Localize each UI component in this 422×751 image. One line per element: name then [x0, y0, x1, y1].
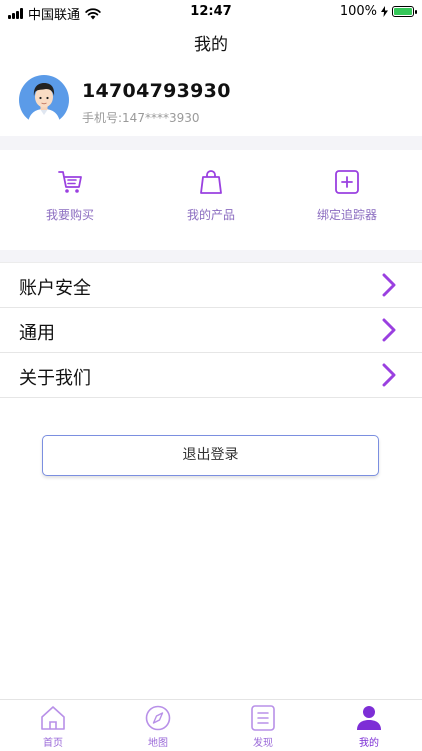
status-right: 100% — [339, 4, 417, 19]
shortcut-products-label: 我的产品 — [186, 208, 235, 222]
avatar[interactable] — [19, 75, 69, 125]
section-divider — [0, 136, 422, 150]
chevron-right-icon — [382, 273, 396, 297]
tab-home-label: 首页 — [43, 738, 63, 749]
page-title: 我的 — [194, 35, 228, 55]
tab-mine[interactable]: 我的 — [316, 705, 422, 749]
shortcut-buy-label: 我要购买 — [45, 208, 94, 222]
profile-section[interactable]: 14704793930 手机号:147****3930 — [0, 64, 422, 136]
shortcut-bind-tracker-label: 绑定追踪器 — [316, 208, 377, 222]
compass-icon — [145, 705, 171, 731]
shortcut-buy[interactable]: 我要购买 — [0, 168, 140, 223]
chevron-right-icon — [382, 318, 396, 342]
discover-icon — [251, 705, 275, 731]
home-icon — [41, 706, 65, 730]
menu-item-label: 账户安全 — [19, 278, 91, 299]
battery-icon — [392, 6, 417, 17]
section-divider — [0, 250, 422, 262]
tab-mine-label: 我的 — [359, 738, 379, 749]
bag-icon — [200, 170, 222, 194]
tab-discover[interactable]: 发现 — [210, 705, 316, 749]
tab-home[interactable]: 首页 — [0, 705, 106, 749]
settings-menu: 账户安全 通用 关于我们 — [0, 262, 422, 398]
profile-phone: 14704793930 — [82, 80, 231, 102]
status-bar: 中国联通 12:47 100% — [0, 0, 422, 24]
tab-map[interactable]: 地图 — [105, 705, 211, 749]
shortcuts-row: 我要购买 我的产品 绑定追踪器 — [0, 150, 422, 250]
logout-button[interactable]: 退出登录 — [42, 435, 379, 476]
charging-icon — [381, 6, 388, 17]
cart-icon — [58, 171, 82, 193]
plus-square-icon — [335, 170, 359, 194]
menu-item-label: 关于我们 — [19, 368, 91, 389]
menu-item-account-security[interactable]: 账户安全 — [0, 263, 422, 308]
battery-percent: 100% — [339, 4, 377, 19]
shortcut-bind-tracker[interactable]: 绑定追踪器 — [277, 168, 417, 223]
tab-bar: 首页 地图 发现 我的 — [0, 699, 422, 751]
menu-item-general[interactable]: 通用 — [0, 308, 422, 353]
tab-map-label: 地图 — [148, 738, 168, 749]
tab-discover-label: 发现 — [253, 738, 273, 749]
profile-phone-masked: 手机号:147****3930 — [82, 111, 200, 125]
chevron-right-icon — [382, 363, 396, 387]
person-icon — [357, 706, 381, 730]
shortcut-products[interactable]: 我的产品 — [141, 168, 281, 223]
menu-item-about-us[interactable]: 关于我们 — [0, 353, 422, 398]
menu-item-label: 通用 — [19, 323, 55, 344]
